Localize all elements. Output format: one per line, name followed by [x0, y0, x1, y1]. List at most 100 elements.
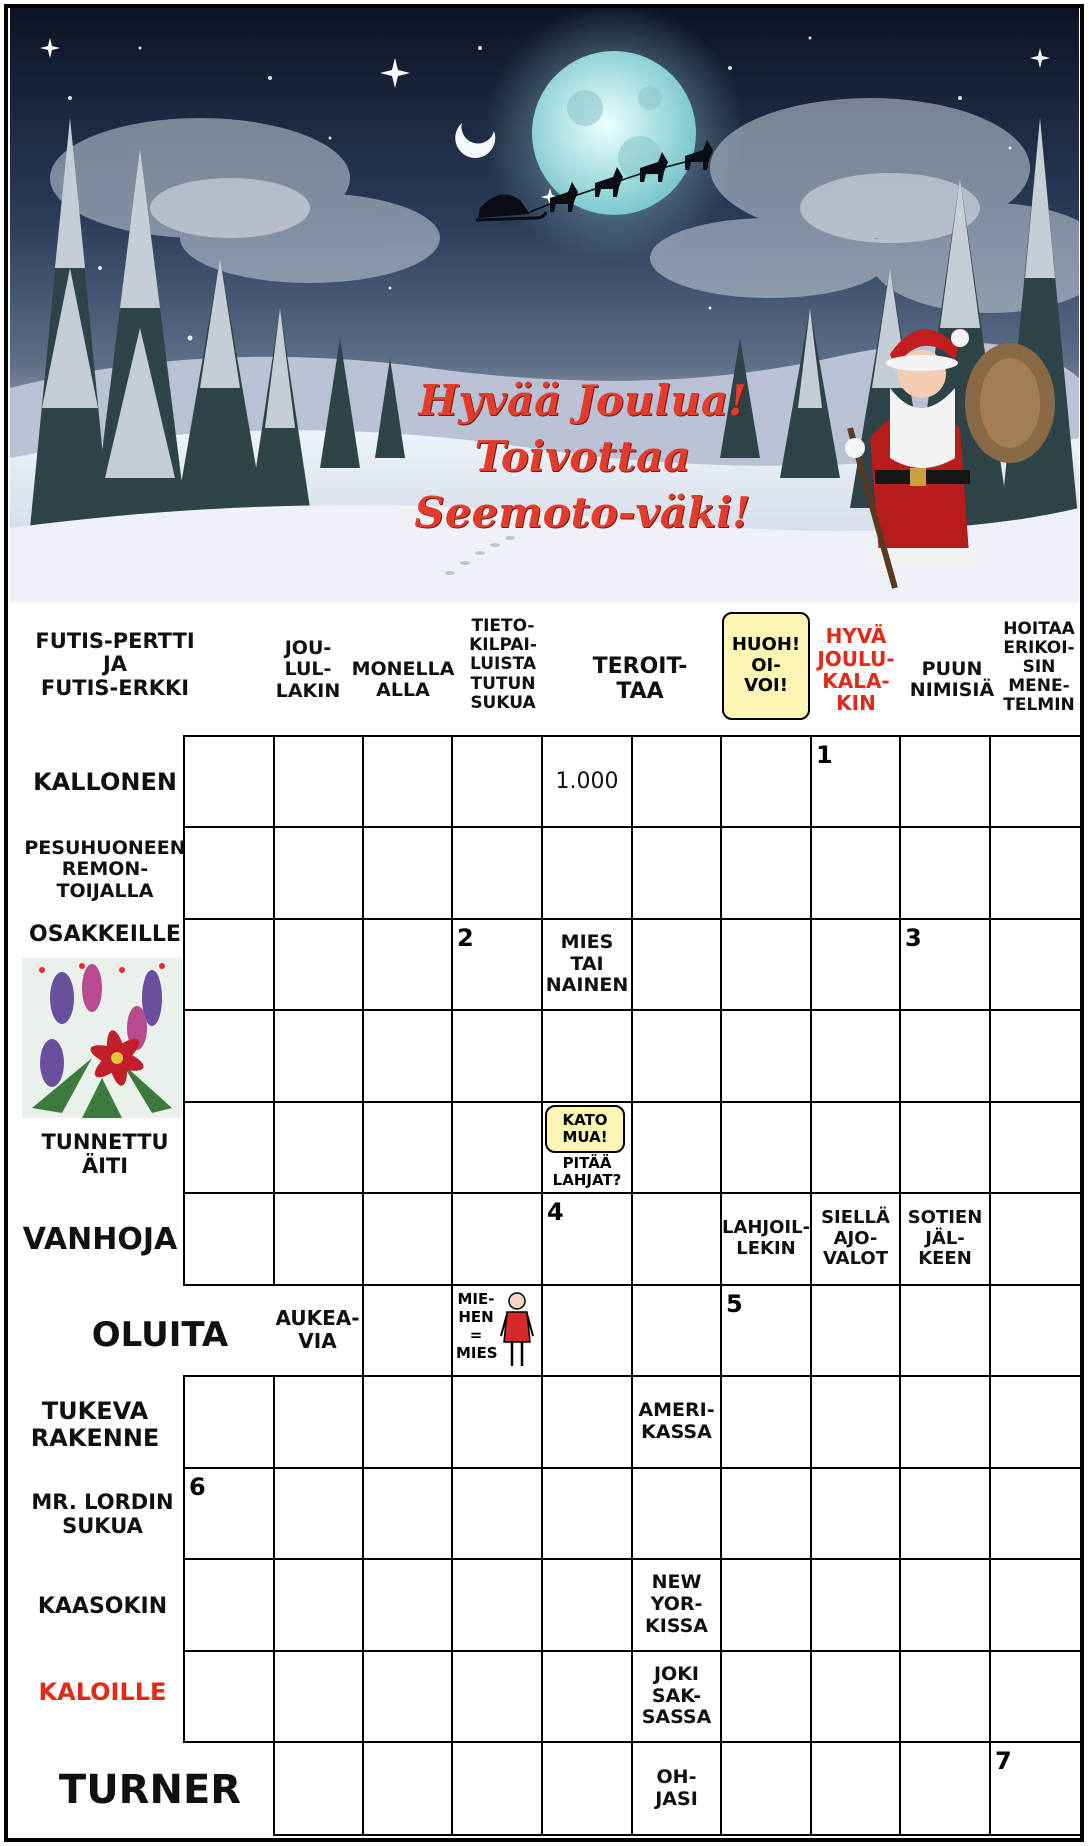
grid-cell[interactable] [631, 826, 722, 920]
grid-cell[interactable] [362, 1741, 453, 1836]
grid-cell[interactable] [899, 1467, 991, 1560]
grid-cell[interactable] [631, 1467, 722, 1560]
grid-cell[interactable] [631, 918, 722, 1011]
grid-cell[interactable] [989, 1284, 1082, 1377]
grid-cell[interactable] [899, 1101, 991, 1194]
grid-cell[interactable] [273, 918, 364, 1011]
grid-cell[interactable] [362, 735, 453, 828]
grid-cell[interactable] [183, 1650, 275, 1743]
grid-cell[interactable] [541, 826, 633, 920]
grid-cell[interactable] [810, 1009, 901, 1103]
grid-cell[interactable] [631, 735, 722, 828]
grid-cell[interactable] [989, 918, 1082, 1011]
grid-cell[interactable] [989, 826, 1082, 920]
grid-cell[interactable] [720, 1009, 812, 1103]
grid-cell[interactable] [720, 826, 812, 920]
grid-cell[interactable] [989, 1101, 1082, 1194]
grid-cell[interactable]: 2 [451, 918, 543, 1011]
grid-cell[interactable] [273, 826, 364, 920]
grid-cell[interactable] [631, 1284, 722, 1377]
grid-cell[interactable] [451, 826, 543, 920]
grid-cell[interactable] [183, 1192, 275, 1286]
grid-cell[interactable] [541, 1467, 633, 1560]
grid-cell[interactable] [720, 1467, 812, 1560]
grid-cell[interactable]: 4 [541, 1192, 633, 1286]
grid-cell[interactable] [273, 1192, 364, 1286]
grid-cell[interactable]: 3 [899, 918, 991, 1011]
grid-cell[interactable] [273, 1467, 364, 1560]
grid-cell[interactable] [362, 1009, 453, 1103]
grid-cell[interactable] [362, 1558, 453, 1652]
grid-cell[interactable] [899, 826, 991, 920]
grid-cell[interactable]: 7 [989, 1741, 1082, 1836]
grid-cell[interactable] [273, 1741, 364, 1836]
grid-cell[interactable] [720, 1741, 812, 1836]
grid-cell[interactable] [989, 1467, 1082, 1560]
grid-cell[interactable] [362, 1101, 453, 1194]
grid-cell[interactable] [183, 1375, 275, 1469]
grid-cell[interactable] [362, 1467, 453, 1560]
grid-cell[interactable] [989, 1375, 1082, 1469]
grid-cell[interactable] [631, 1101, 722, 1194]
grid-cell[interactable] [362, 1375, 453, 1469]
grid-cell[interactable] [899, 1009, 991, 1103]
grid-cell[interactable] [899, 735, 991, 828]
grid-cell[interactable]: 1 [810, 735, 901, 828]
grid-cell[interactable] [899, 1375, 991, 1469]
grid-cell[interactable] [810, 1558, 901, 1652]
grid-cell[interactable] [989, 1192, 1082, 1286]
grid-cell[interactable] [183, 1009, 275, 1103]
grid-cell[interactable] [720, 1101, 812, 1194]
grid-cell[interactable] [451, 1192, 543, 1286]
grid-cell[interactable] [810, 1284, 901, 1377]
grid-cell[interactable] [541, 1741, 633, 1836]
grid-cell[interactable] [810, 826, 901, 920]
grid-cell[interactable] [720, 1375, 812, 1469]
grid-cell[interactable] [899, 1741, 991, 1836]
grid-cell[interactable] [273, 735, 364, 828]
grid-cell[interactable] [451, 1375, 543, 1469]
grid-cell[interactable] [541, 1284, 633, 1377]
grid-cell[interactable] [183, 918, 275, 1011]
grid-cell[interactable] [273, 1009, 364, 1103]
grid-cell[interactable] [810, 1741, 901, 1836]
grid-cell[interactable] [989, 1650, 1082, 1743]
grid-cell[interactable] [183, 826, 275, 920]
grid-cell[interactable] [273, 1101, 364, 1194]
grid-cell[interactable] [451, 1101, 543, 1194]
grid-cell[interactable] [810, 1467, 901, 1560]
grid-cell[interactable] [451, 1009, 543, 1103]
grid-cell[interactable] [989, 1558, 1082, 1652]
grid-cell[interactable] [183, 735, 275, 828]
grid-cell[interactable] [362, 826, 453, 920]
grid-cell[interactable] [810, 1375, 901, 1469]
grid-cell[interactable] [541, 1375, 633, 1469]
grid-cell[interactable] [451, 735, 543, 828]
grid-cell[interactable] [273, 1375, 364, 1469]
grid-cell[interactable] [720, 735, 812, 828]
grid-cell[interactable] [899, 1558, 991, 1652]
grid-cell[interactable] [362, 1284, 453, 1377]
grid-cell[interactable] [989, 735, 1082, 828]
grid-cell[interactable] [631, 1009, 722, 1103]
grid-cell[interactable] [810, 1650, 901, 1743]
grid-cell[interactable] [183, 1558, 275, 1652]
grid-cell[interactable] [720, 1558, 812, 1652]
grid-cell[interactable] [899, 1284, 991, 1377]
grid-cell[interactable] [273, 1558, 364, 1652]
grid-cell[interactable] [451, 1467, 543, 1560]
grid-cell[interactable] [183, 1101, 275, 1194]
grid-cell[interactable]: 6 [183, 1467, 275, 1560]
grid-cell[interactable] [451, 1741, 543, 1836]
grid-cell[interactable] [451, 1558, 543, 1652]
grid-cell[interactable] [541, 1009, 633, 1103]
grid-cell[interactable] [541, 1558, 633, 1652]
grid-cell[interactable] [541, 1650, 633, 1743]
grid-cell[interactable] [362, 1192, 453, 1286]
grid-cell[interactable] [362, 1650, 453, 1743]
grid-cell[interactable] [631, 1192, 722, 1286]
grid-cell[interactable] [720, 1650, 812, 1743]
grid-cell[interactable] [362, 918, 453, 1011]
grid-cell[interactable] [989, 1009, 1082, 1103]
grid-cell[interactable]: 5 [720, 1284, 812, 1377]
